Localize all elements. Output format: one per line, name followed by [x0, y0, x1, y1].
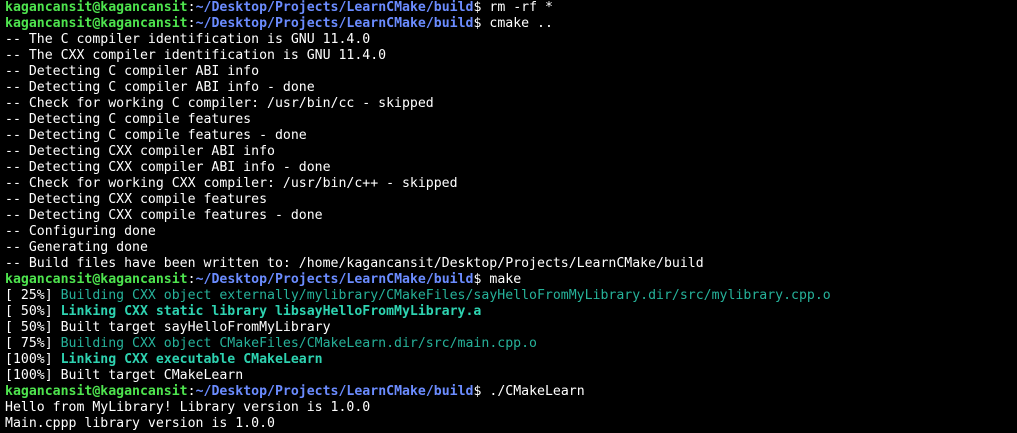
- build-output-line: [100%] Linking CXX executable CMakeLearn: [5, 352, 1017, 368]
- build-progress-percent: [ 50%]: [5, 320, 61, 335]
- command-text: ./CMakeLearn: [489, 384, 585, 399]
- output-text: -- Check for working CXX compiler: /usr/…: [5, 176, 458, 191]
- build-output-line: [ 50%] Built target sayHelloFromMyLibrar…: [5, 320, 1017, 336]
- output-text: -- Check for working C compiler: /usr/bi…: [5, 96, 434, 111]
- command-text: make: [489, 272, 522, 287]
- output-text: -- Detecting C compiler ABI info - done: [5, 80, 315, 95]
- prompt-path: ~/Desktop/Projects/LearnCMake/build: [195, 384, 474, 399]
- build-progress-percent: [ 50%]: [5, 304, 61, 319]
- prompt-separator: :: [187, 384, 196, 399]
- output-line: -- Detecting CXX compiler ABI info - don…: [5, 160, 1017, 176]
- prompt-user-host: kagancansit@kagancansit: [5, 0, 188, 15]
- output-text: -- Detecting CXX compile features - done: [5, 208, 323, 223]
- prompt-path: ~/Desktop/Projects/LearnCMake/build: [195, 272, 474, 287]
- terminal-window[interactable]: kagancansit@kagancansit:~/Desktop/Projec…: [0, 0, 1017, 433]
- output-line: Main.cppp library version is 1.0.0: [5, 416, 1017, 432]
- build-progress-percent: [100%]: [5, 368, 61, 383]
- build-output-line: [ 75%] Building CXX object CMakeFiles/CM…: [5, 336, 1017, 352]
- prompt-user-host: kagancansit@kagancansit: [5, 384, 188, 399]
- output-text: -- The CXX compiler identification is GN…: [5, 48, 387, 63]
- output-line: -- Check for working CXX compiler: /usr/…: [5, 176, 1017, 192]
- output-text: -- Detecting CXX compiler ABI info: [5, 144, 275, 159]
- output-line: -- Detecting CXX compile features: [5, 192, 1017, 208]
- build-message: Built target CMakeLearn: [60, 368, 244, 383]
- prompt-separator: :: [187, 16, 196, 31]
- output-line: -- Build files have been written to: /ho…: [5, 256, 1017, 272]
- prompt-line: kagancansit@kagancansit:~/Desktop/Projec…: [5, 16, 1017, 32]
- output-line: -- Configuring done: [5, 224, 1017, 240]
- prompt-user-host: kagancansit@kagancansit: [5, 16, 188, 31]
- build-output-line: [ 25%] Building CXX object externally/my…: [5, 288, 1017, 304]
- output-text: Main.cppp library version is 1.0.0: [5, 416, 275, 431]
- build-message: Linking CXX executable CMakeLearn: [60, 352, 323, 367]
- build-output-line: [100%] Built target CMakeLearn: [5, 368, 1017, 384]
- output-text: -- Detecting CXX compiler ABI info - don…: [5, 160, 331, 175]
- output-text: -- Detecting C compile features - done: [5, 128, 307, 143]
- output-text: -- Detecting C compiler ABI info: [5, 64, 260, 79]
- command-text: cmake ..: [489, 16, 553, 31]
- prompt-line: kagancansit@kagancansit:~/Desktop/Projec…: [5, 0, 1017, 16]
- output-text: -- The C compiler identification is GNU …: [5, 32, 371, 47]
- build-progress-percent: [ 75%]: [5, 336, 61, 351]
- build-output-line: [ 50%] Linking CXX static library libsay…: [5, 304, 1017, 320]
- build-progress-percent: [100%]: [5, 352, 61, 367]
- output-line: -- The C compiler identification is GNU …: [5, 32, 1017, 48]
- output-text: Hello from MyLibrary! Library version is…: [5, 400, 371, 415]
- prompt-path: ~/Desktop/Projects/LearnCMake/build: [195, 16, 474, 31]
- output-text: -- Generating done: [5, 240, 148, 255]
- output-text: -- Configuring done: [5, 224, 156, 239]
- output-line: -- Check for working C compiler: /usr/bi…: [5, 96, 1017, 112]
- output-line: -- Detecting C compiler ABI info - done: [5, 80, 1017, 96]
- output-line: -- The CXX compiler identification is GN…: [5, 48, 1017, 64]
- build-message: Building CXX object externally/mylibrary…: [60, 288, 831, 303]
- build-progress-percent: [ 25%]: [5, 288, 61, 303]
- build-message: Building CXX object CMakeFiles/CMakeLear…: [60, 336, 537, 351]
- build-message: Built target sayHelloFromMyLibrary: [60, 320, 331, 335]
- output-line: -- Detecting CXX compiler ABI info: [5, 144, 1017, 160]
- prompt-line: kagancansit@kagancansit:~/Desktop/Projec…: [5, 384, 1017, 400]
- command-text: rm -rf *: [489, 0, 553, 15]
- prompt-separator: :: [187, 0, 196, 15]
- output-line: -- Detecting C compiler ABI info: [5, 64, 1017, 80]
- output-line: Hello from MyLibrary! Library version is…: [5, 400, 1017, 416]
- prompt-separator: :: [187, 272, 196, 287]
- output-line: -- Detecting C compile features: [5, 112, 1017, 128]
- output-line: -- Generating done: [5, 240, 1017, 256]
- prompt-path: ~/Desktop/Projects/LearnCMake/build: [195, 0, 474, 15]
- prompt-user-host: kagancansit@kagancansit: [5, 272, 188, 287]
- output-text: -- Detecting C compile features: [5, 112, 252, 127]
- prompt-line: kagancansit@kagancansit:~/Desktop/Projec…: [5, 272, 1017, 288]
- output-text: -- Detecting CXX compile features: [5, 192, 268, 207]
- output-line: -- Detecting C compile features - done: [5, 128, 1017, 144]
- output-line: -- Detecting CXX compile features - done: [5, 208, 1017, 224]
- build-message: Linking CXX static library libsayHelloFr…: [60, 304, 482, 319]
- output-text: -- Build files have been written to: /ho…: [5, 256, 704, 271]
